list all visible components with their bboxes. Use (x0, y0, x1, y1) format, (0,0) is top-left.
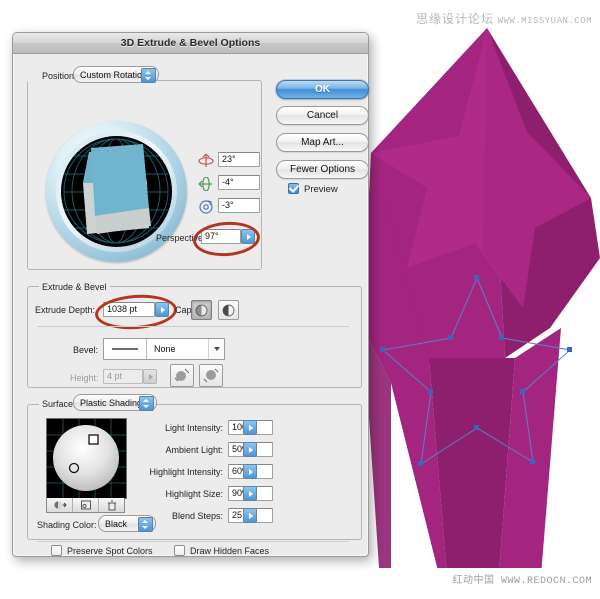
popup-arrows-icon (141, 68, 156, 83)
preserve-spot-colors-label: Preserve Spot Colors (67, 546, 153, 556)
blend-steps-stepper[interactable] (243, 508, 257, 523)
highlight-size-stepper[interactable] (243, 486, 257, 501)
position-preset-value: Custom Rotation (80, 70, 148, 80)
bevel-extent-in-icon (174, 368, 190, 382)
surface-shading-popup[interactable]: Plastic Shading (73, 394, 157, 411)
surface-shading-value: Plastic Shading (80, 398, 143, 408)
position-preset-popup[interactable]: Custom Rotation (73, 66, 159, 83)
shading-color-popup[interactable]: Black (98, 515, 156, 532)
delete-light-button[interactable] (99, 498, 124, 512)
x-rotation-axis-icon (198, 154, 214, 167)
light-sphere-preview[interactable] (46, 418, 127, 499)
cap-hollow-icon (222, 304, 235, 316)
cancel-button[interactable]: Cancel (276, 106, 369, 125)
bevel-label: Bevel: (73, 345, 99, 355)
y-rotation-field[interactable]: -4° (218, 175, 260, 190)
ok-button[interactable]: OK (276, 80, 369, 99)
map-art-button[interactable]: Map Art... (276, 133, 369, 152)
trash-icon (107, 500, 116, 510)
ambient-light-stepper[interactable] (243, 442, 257, 457)
extrude-depth-stepper[interactable] (155, 302, 169, 317)
x-rotation-field[interactable]: 23° (218, 152, 260, 167)
new-light-icon (80, 500, 91, 510)
perspective-stepper[interactable] (241, 229, 255, 244)
ambient-light-label: Ambient Light: (165, 445, 223, 455)
perspective-field[interactable]: 97° (201, 229, 241, 244)
shading-color-label: Shading Color: (37, 520, 97, 530)
highlight-size-label: Highlight Size: (165, 489, 223, 499)
globe-inner (61, 136, 172, 247)
light-sphere-graphic (47, 419, 126, 498)
bevel-extent-in-button[interactable] (170, 364, 194, 387)
watermark-top: 思缘设计论坛 WWW.MISSYUAN.COM (416, 10, 592, 27)
cap-solid-button[interactable] (191, 300, 212, 320)
preserve-spot-colors-checkbox[interactable] (51, 545, 62, 556)
extrude-bevel-legend: Extrude & Bevel (39, 282, 110, 292)
chevron-down-icon (208, 339, 224, 359)
surface-divider (37, 541, 349, 542)
cap-hollow-button[interactable] (218, 300, 239, 320)
draw-hidden-faces-checkbox[interactable] (174, 545, 185, 556)
artwork-canvas (355, 28, 600, 568)
new-light-button[interactable] (73, 498, 99, 512)
bevel-value: None (154, 344, 176, 354)
popup-arrows-icon (138, 517, 153, 532)
dialog-title: 3D Extrude & Bevel Options (13, 33, 368, 54)
cap-solid-icon (195, 304, 208, 316)
3d-extrude-bevel-dialog[interactable]: 3D Extrude & Bevel Options OK Cancel Map… (12, 32, 369, 557)
popup-arrows-icon (139, 396, 154, 411)
globe-wireframe (63, 138, 169, 244)
extrude-depth-label: Extrude Depth: (35, 305, 96, 315)
bevel-extent-out-button[interactable] (199, 364, 223, 387)
move-light-back-button[interactable] (47, 498, 73, 512)
preview-label: Preview (304, 184, 338, 195)
fewer-options-button[interactable]: Fewer Options (276, 160, 369, 179)
extruded-star-artwork (363, 28, 600, 568)
highlight-intensity-stepper[interactable] (243, 464, 257, 479)
watermark-bottom-url: WWW.REDOCN.COM (500, 576, 592, 587)
shading-color-value: Black (105, 519, 128, 529)
watermark-bottom: 红动中国 WWW.REDOCN.COM (452, 571, 592, 587)
extrude-divider (37, 326, 349, 327)
height-field: 4 pt (103, 369, 143, 384)
watermark-top-url: WWW.MISSYUAN.COM (497, 16, 592, 26)
bevel-extent-out-icon (203, 368, 219, 383)
light-intensity-label: Light Intensity: (164, 423, 223, 433)
watermark-bottom-cn: 红动中国 (452, 575, 495, 586)
light-intensity-stepper[interactable] (243, 420, 257, 435)
light-toolbar[interactable] (46, 498, 125, 513)
height-stepper (143, 369, 157, 384)
perspective-label: Perspective: (156, 233, 206, 243)
watermark-top-cn: 思缘设计论坛 (416, 12, 495, 26)
height-label: Height: (70, 373, 99, 383)
extrude-depth-field[interactable]: 1038 pt (103, 302, 155, 317)
z-rotation-field[interactable]: -3° (218, 198, 260, 213)
draw-hidden-faces-label: Draw Hidden Faces (190, 546, 270, 556)
bevel-preview-swatch (104, 339, 147, 359)
bevel-dropdown[interactable]: None (103, 338, 225, 360)
preview-checkbox[interactable] (288, 183, 299, 194)
highlight-intensity-label: Highlight Intensity: (149, 467, 223, 477)
z-rotation-axis-icon (199, 200, 213, 214)
move-light-back-icon (53, 501, 67, 509)
y-rotation-axis-icon (198, 177, 212, 191)
